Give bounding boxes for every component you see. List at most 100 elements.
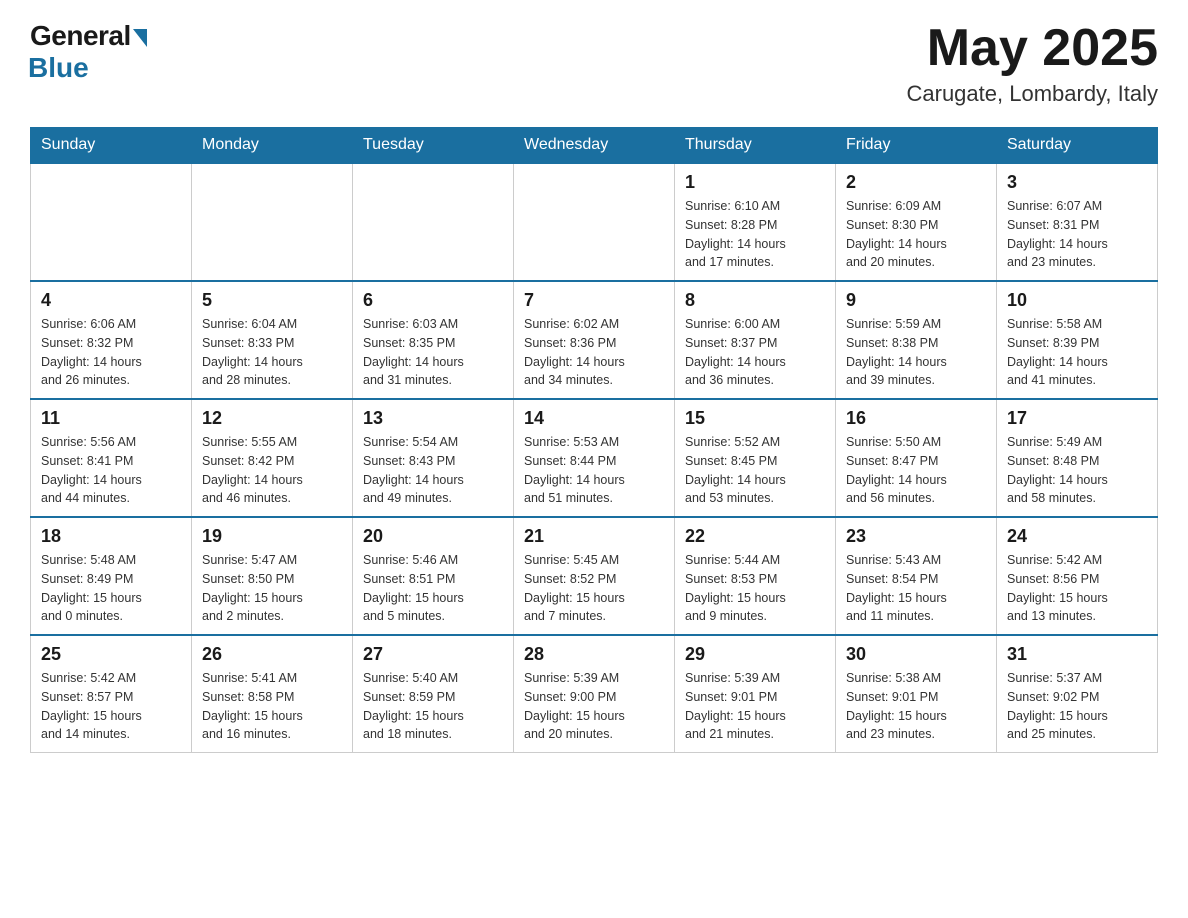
calendar-cell: 25 Sunrise: 5:42 AM Sunset: 8:57 PM Dayli… xyxy=(31,635,192,753)
day-info: Sunrise: 5:58 AM Sunset: 8:39 PM Dayligh… xyxy=(1007,315,1147,390)
day-info: Sunrise: 6:04 AM Sunset: 8:33 PM Dayligh… xyxy=(202,315,342,390)
day-number: 18 xyxy=(41,526,181,547)
calendar-cell: 2 Sunrise: 6:09 AM Sunset: 8:30 PM Daylig… xyxy=(836,163,997,281)
logo: General Blue xyxy=(30,20,147,84)
day-number: 7 xyxy=(524,290,664,311)
day-number: 29 xyxy=(685,644,825,665)
day-number: 13 xyxy=(363,408,503,429)
calendar-cell: 6 Sunrise: 6:03 AM Sunset: 8:35 PM Daylig… xyxy=(353,281,514,399)
day-info: Sunrise: 5:53 AM Sunset: 8:44 PM Dayligh… xyxy=(524,433,664,508)
day-info: Sunrise: 5:39 AM Sunset: 9:00 PM Dayligh… xyxy=(524,669,664,744)
calendar-cell: 11Sunrise: 5:56 AM Sunset: 8:41 PM Dayli… xyxy=(31,399,192,517)
day-of-week-header: Thursday xyxy=(675,128,836,164)
day-number: 24 xyxy=(1007,526,1147,547)
day-number: 4 xyxy=(41,290,181,311)
calendar-cell: 13 Sunrise: 5:54 AM Sunset: 8:43 PM Dayli… xyxy=(353,399,514,517)
calendar-week-row: 25 Sunrise: 5:42 AM Sunset: 8:57 PM Dayli… xyxy=(31,635,1158,753)
day-info: Sunrise: 5:54 AM Sunset: 8:43 PM Dayligh… xyxy=(363,433,503,508)
day-number: 23 xyxy=(846,526,986,547)
day-info: Sunrise: 6:00 AM Sunset: 8:37 PM Dayligh… xyxy=(685,315,825,390)
day-number: 20 xyxy=(363,526,503,547)
title-section: May 2025 Carugate, Lombardy, Italy xyxy=(907,20,1159,107)
calendar-header-row: SundayMondayTuesdayWednesdayThursdayFrid… xyxy=(31,128,1158,164)
calendar-cell: 22Sunrise: 5:44 AM Sunset: 8:53 PM Dayli… xyxy=(675,517,836,635)
calendar-table: SundayMondayTuesdayWednesdayThursdayFrid… xyxy=(30,127,1158,753)
day-info: Sunrise: 5:43 AM Sunset: 8:54 PM Dayligh… xyxy=(846,551,986,626)
day-info: Sunrise: 6:03 AM Sunset: 8:35 PM Dayligh… xyxy=(363,315,503,390)
day-number: 3 xyxy=(1007,172,1147,193)
day-number: 6 xyxy=(363,290,503,311)
month-year-title: May 2025 xyxy=(907,20,1159,77)
day-info: Sunrise: 5:50 AM Sunset: 8:47 PM Dayligh… xyxy=(846,433,986,508)
day-info: Sunrise: 6:09 AM Sunset: 8:30 PM Dayligh… xyxy=(846,197,986,272)
day-info: Sunrise: 5:42 AM Sunset: 8:56 PM Dayligh… xyxy=(1007,551,1147,626)
calendar-cell: 28 Sunrise: 5:39 AM Sunset: 9:00 PM Dayli… xyxy=(514,635,675,753)
day-number: 8 xyxy=(685,290,825,311)
day-info: Sunrise: 5:55 AM Sunset: 8:42 PM Dayligh… xyxy=(202,433,342,508)
day-number: 28 xyxy=(524,644,664,665)
day-info: Sunrise: 5:48 AM Sunset: 8:49 PM Dayligh… xyxy=(41,551,181,626)
day-of-week-header: Monday xyxy=(192,128,353,164)
calendar-cell: 1 Sunrise: 6:10 AM Sunset: 8:28 PM Daylig… xyxy=(675,163,836,281)
day-number: 19 xyxy=(202,526,342,547)
day-of-week-header: Wednesday xyxy=(514,128,675,164)
calendar-cell: 3Sunrise: 6:07 AM Sunset: 8:31 PM Daylig… xyxy=(997,163,1158,281)
day-number: 27 xyxy=(363,644,503,665)
logo-general-text: General xyxy=(30,20,131,52)
logo-arrow-icon xyxy=(133,29,147,47)
calendar-cell xyxy=(353,163,514,281)
calendar-week-row: 18 Sunrise: 5:48 AM Sunset: 8:49 PM Dayli… xyxy=(31,517,1158,635)
calendar-cell: 21Sunrise: 5:45 AM Sunset: 8:52 PM Dayli… xyxy=(514,517,675,635)
day-info: Sunrise: 5:59 AM Sunset: 8:38 PM Dayligh… xyxy=(846,315,986,390)
calendar-cell: 17 Sunrise: 5:49 AM Sunset: 8:48 PM Dayli… xyxy=(997,399,1158,517)
calendar-cell: 5 Sunrise: 6:04 AM Sunset: 8:33 PM Daylig… xyxy=(192,281,353,399)
calendar-week-row: 4Sunrise: 6:06 AM Sunset: 8:32 PM Daylig… xyxy=(31,281,1158,399)
calendar-cell: 9Sunrise: 5:59 AM Sunset: 8:38 PM Daylig… xyxy=(836,281,997,399)
day-number: 17 xyxy=(1007,408,1147,429)
day-number: 22 xyxy=(685,526,825,547)
day-number: 31 xyxy=(1007,644,1147,665)
calendar-cell: 8 Sunrise: 6:00 AM Sunset: 8:37 PM Daylig… xyxy=(675,281,836,399)
day-info: Sunrise: 5:52 AM Sunset: 8:45 PM Dayligh… xyxy=(685,433,825,508)
calendar-week-row: 1 Sunrise: 6:10 AM Sunset: 8:28 PM Daylig… xyxy=(31,163,1158,281)
day-info: Sunrise: 5:47 AM Sunset: 8:50 PM Dayligh… xyxy=(202,551,342,626)
calendar-cell: 20Sunrise: 5:46 AM Sunset: 8:51 PM Dayli… xyxy=(353,517,514,635)
day-number: 2 xyxy=(846,172,986,193)
location-subtitle: Carugate, Lombardy, Italy xyxy=(907,81,1159,107)
calendar-cell: 14 Sunrise: 5:53 AM Sunset: 8:44 PM Dayli… xyxy=(514,399,675,517)
calendar-cell xyxy=(514,163,675,281)
day-number: 10 xyxy=(1007,290,1147,311)
day-number: 25 xyxy=(41,644,181,665)
calendar-week-row: 11Sunrise: 5:56 AM Sunset: 8:41 PM Dayli… xyxy=(31,399,1158,517)
day-number: 11 xyxy=(41,408,181,429)
day-info: Sunrise: 5:39 AM Sunset: 9:01 PM Dayligh… xyxy=(685,669,825,744)
day-info: Sunrise: 5:40 AM Sunset: 8:59 PM Dayligh… xyxy=(363,669,503,744)
calendar-cell: 7Sunrise: 6:02 AM Sunset: 8:36 PM Daylig… xyxy=(514,281,675,399)
calendar-cell: 31 Sunrise: 5:37 AM Sunset: 9:02 PM Dayli… xyxy=(997,635,1158,753)
day-info: Sunrise: 5:41 AM Sunset: 8:58 PM Dayligh… xyxy=(202,669,342,744)
page-header: General Blue May 2025 Carugate, Lombardy… xyxy=(30,20,1158,107)
calendar-cell: 26 Sunrise: 5:41 AM Sunset: 8:58 PM Dayli… xyxy=(192,635,353,753)
day-info: Sunrise: 6:10 AM Sunset: 8:28 PM Dayligh… xyxy=(685,197,825,272)
calendar-cell: 24 Sunrise: 5:42 AM Sunset: 8:56 PM Dayli… xyxy=(997,517,1158,635)
day-number: 26 xyxy=(202,644,342,665)
day-number: 14 xyxy=(524,408,664,429)
day-number: 5 xyxy=(202,290,342,311)
day-number: 21 xyxy=(524,526,664,547)
day-of-week-header: Friday xyxy=(836,128,997,164)
calendar-cell: 29 Sunrise: 5:39 AM Sunset: 9:01 PM Dayli… xyxy=(675,635,836,753)
day-info: Sunrise: 5:49 AM Sunset: 8:48 PM Dayligh… xyxy=(1007,433,1147,508)
calendar-cell: 12Sunrise: 5:55 AM Sunset: 8:42 PM Dayli… xyxy=(192,399,353,517)
day-info: Sunrise: 5:42 AM Sunset: 8:57 PM Dayligh… xyxy=(41,669,181,744)
calendar-cell: 18 Sunrise: 5:48 AM Sunset: 8:49 PM Dayli… xyxy=(31,517,192,635)
day-number: 16 xyxy=(846,408,986,429)
calendar-cell: 23 Sunrise: 5:43 AM Sunset: 8:54 PM Dayli… xyxy=(836,517,997,635)
day-of-week-header: Tuesday xyxy=(353,128,514,164)
day-number: 1 xyxy=(685,172,825,193)
day-of-week-header: Sunday xyxy=(31,128,192,164)
calendar-cell: 4Sunrise: 6:06 AM Sunset: 8:32 PM Daylig… xyxy=(31,281,192,399)
day-of-week-header: Saturday xyxy=(997,128,1158,164)
calendar-cell xyxy=(31,163,192,281)
day-number: 15 xyxy=(685,408,825,429)
day-info: Sunrise: 5:37 AM Sunset: 9:02 PM Dayligh… xyxy=(1007,669,1147,744)
